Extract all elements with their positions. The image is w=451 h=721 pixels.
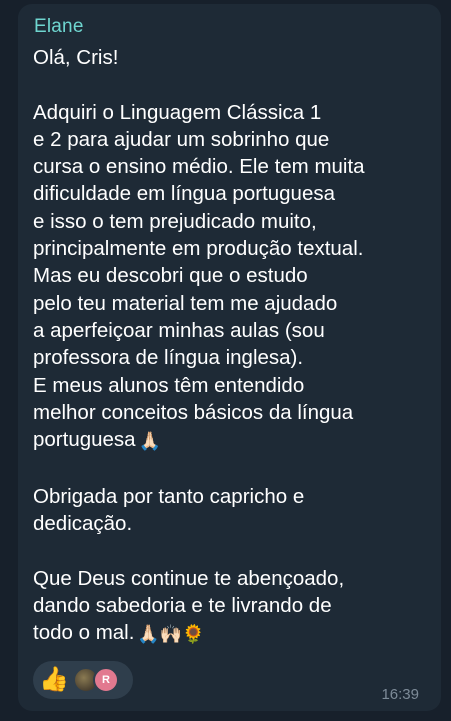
- message-paragraph-1: Olá, Cris!: [33, 46, 119, 69]
- praying-hands-emoji-icon: 🙏🏻: [138, 431, 162, 452]
- message-text: Olá, Cris! Adquiri o Linguagem Clássica …: [33, 44, 433, 649]
- reactions-pill[interactable]: 👍 R: [33, 661, 133, 699]
- thumbs-up-reaction-icon: 👍: [39, 666, 69, 693]
- message-paragraph-3: Obrigada por tanto capricho e dedicação.: [33, 484, 305, 536]
- sender-name[interactable]: Elane: [34, 16, 84, 38]
- message-paragraph-2: Adquiri o Linguagem Clássica 1 e 2 para …: [33, 100, 365, 452]
- reactor-avatar-r: R: [93, 667, 119, 693]
- closing-emojis-icon: 🙏🏻🙌🏻🌻: [137, 624, 205, 645]
- message-bubble[interactable]: Elane Olá, Cris! Adquiri o Linguagem Clá…: [18, 4, 441, 711]
- message-timestamp: 16:39: [381, 686, 419, 703]
